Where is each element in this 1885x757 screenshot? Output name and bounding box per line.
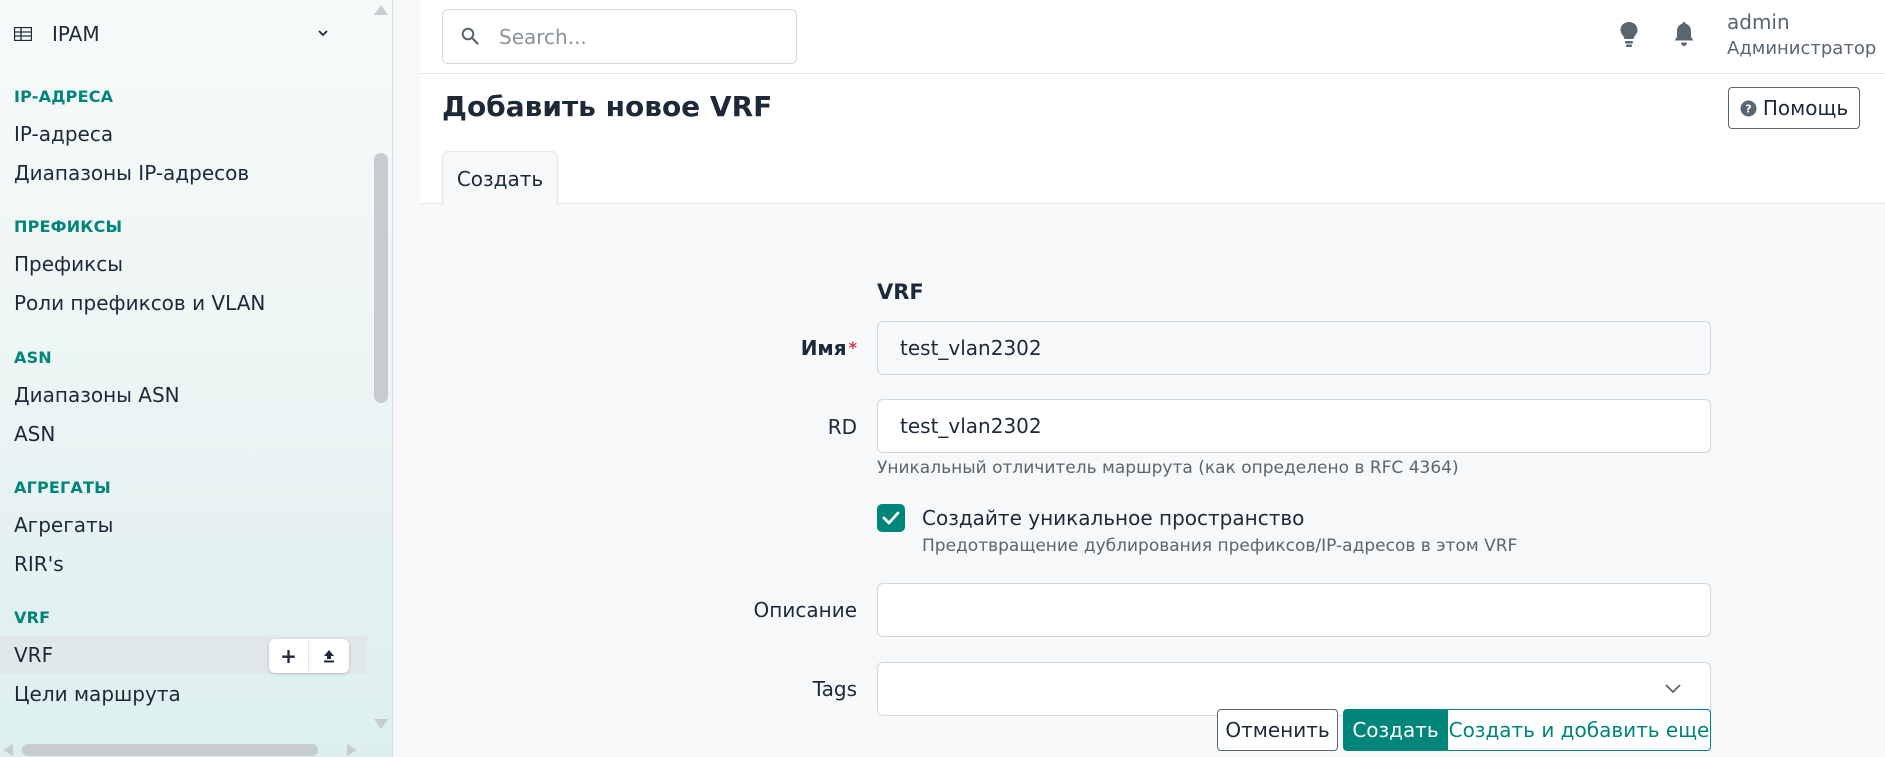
sidebar-item-vrf[interactable]: VRF + bbox=[0, 636, 367, 674]
search-input[interactable] bbox=[499, 24, 779, 49]
sidebar: IPAM IP-АДРЕСА IP-адреса Диапазоны IP-ад… bbox=[0, 0, 393, 757]
scroll-down-arrow-icon[interactable] bbox=[373, 718, 389, 730]
help-button[interactable]: ? Помощь bbox=[1728, 87, 1860, 129]
create-button[interactable]: Создать bbox=[1343, 709, 1448, 751]
chevron-down-icon bbox=[1665, 684, 1681, 694]
tags-label: Tags bbox=[812, 677, 857, 701]
sidebar-item-label: RIR's bbox=[14, 552, 64, 576]
sidebar-item-prefixes[interactable]: Префиксы bbox=[0, 245, 367, 283]
chevron-down-icon bbox=[318, 30, 328, 37]
bell-icon[interactable] bbox=[1672, 20, 1696, 48]
sidebar-section-vrf: VRF bbox=[14, 608, 51, 627]
import-vrf-button[interactable] bbox=[309, 639, 349, 673]
cancel-button[interactable]: Отменить bbox=[1217, 709, 1338, 751]
svg-text:?: ? bbox=[1745, 102, 1751, 115]
sidebar-item-label: VRF bbox=[14, 643, 54, 667]
question-circle-icon: ? bbox=[1740, 100, 1757, 116]
app-grid-icon bbox=[14, 27, 32, 41]
page-header: Добавить новое VRF ? Помощь Создать bbox=[420, 74, 1885, 205]
checkmark-icon bbox=[882, 511, 900, 525]
lightbulb-icon[interactable] bbox=[1617, 20, 1641, 48]
scroll-left-arrow-icon[interactable] bbox=[2, 743, 14, 757]
user-name: admin bbox=[1727, 10, 1790, 34]
required-asterisk: * bbox=[848, 338, 857, 357]
sidebar-section-prefixes: ПРЕФИКСЫ bbox=[14, 217, 123, 236]
app-menu-toggle[interactable]: IPAM bbox=[0, 10, 370, 58]
enforce-unique-label[interactable]: Создайте уникальное пространство bbox=[922, 506, 1304, 530]
rd-label: RD bbox=[827, 415, 857, 439]
sidebar-item-ip-ranges[interactable]: Диапазоны IP-адресов bbox=[0, 154, 367, 192]
app-title: IPAM bbox=[52, 22, 100, 46]
user-menu[interactable]: admin Администратор bbox=[1727, 10, 1876, 59]
sidebar-item-actions: + bbox=[269, 639, 349, 673]
form-section-title: VRF bbox=[877, 280, 924, 304]
sidebar-item-label: Роли префиксов и VLAN bbox=[14, 291, 266, 315]
sidebar-item-label: Цели маршрута bbox=[14, 682, 181, 706]
sidebar-item-label: Префиксы bbox=[14, 252, 124, 276]
help-button-label: Помощь bbox=[1762, 96, 1849, 120]
rd-help-text: Уникальный отличитель маршрута (как опре… bbox=[877, 458, 1459, 478]
sidebar-item-aggregates[interactable]: Агрегаты bbox=[0, 506, 367, 544]
vertical-scrollbar-thumb[interactable] bbox=[374, 153, 388, 403]
description-label: Описание bbox=[753, 598, 857, 622]
name-label-text: Имя bbox=[800, 336, 847, 360]
sidebar-section-asn: ASN bbox=[14, 348, 52, 367]
sidebar-item-ip-addresses[interactable]: IP-адреса bbox=[0, 115, 367, 153]
sidebar-item-label: ASN bbox=[14, 422, 56, 446]
sidebar-item-label: Агрегаты bbox=[14, 513, 114, 537]
sidebar-section-ip-addresses: IP-АДРЕСА bbox=[14, 87, 114, 106]
sidebar-item-asn[interactable]: ASN bbox=[0, 415, 367, 453]
sidebar-item-prefix-vlan-roles[interactable]: Роли префиксов и VLAN bbox=[0, 284, 367, 322]
sidebar-item-rirs[interactable]: RIR's bbox=[0, 545, 367, 583]
sidebar-item-label: Диапазоны ASN bbox=[14, 383, 180, 407]
topbar: admin Администратор bbox=[420, 0, 1885, 74]
add-vrf-button[interactable]: + bbox=[269, 639, 309, 673]
horizontal-scrollbar-thumb[interactable] bbox=[22, 744, 318, 756]
create-and-add-another-button[interactable]: Создать и добавить еще bbox=[1447, 709, 1711, 751]
page-title: Добавить новое VRF bbox=[442, 90, 773, 123]
user-role: Администратор bbox=[1727, 38, 1877, 59]
scroll-up-arrow-icon[interactable] bbox=[373, 4, 389, 16]
sidebar-item-route-targets[interactable]: Цели маршрута bbox=[0, 675, 367, 713]
rd-field[interactable] bbox=[877, 399, 1711, 453]
sidebar-section-aggregates: АГРЕГАТЫ bbox=[14, 478, 111, 497]
upload-icon bbox=[324, 650, 334, 663]
scroll-right-arrow-icon[interactable] bbox=[346, 743, 358, 757]
sidebar-item-label: Диапазоны IP-адресов bbox=[14, 161, 250, 185]
sidebar-item-asn-ranges[interactable]: Диапазоны ASN bbox=[0, 376, 367, 414]
enforce-unique-help-text: Предотвращение дублирования префиксов/IP… bbox=[922, 536, 1518, 556]
name-label: Имя * bbox=[557, 336, 857, 360]
tags-select[interactable] bbox=[877, 662, 1711, 716]
search-icon bbox=[461, 27, 479, 45]
search-box[interactable] bbox=[442, 9, 797, 64]
enforce-unique-checkbox[interactable] bbox=[877, 504, 905, 532]
description-field[interactable] bbox=[877, 583, 1711, 637]
tab-create[interactable]: Создать bbox=[442, 151, 558, 205]
name-field[interactable] bbox=[877, 321, 1711, 375]
sidebar-item-label: IP-адреса bbox=[14, 122, 114, 146]
